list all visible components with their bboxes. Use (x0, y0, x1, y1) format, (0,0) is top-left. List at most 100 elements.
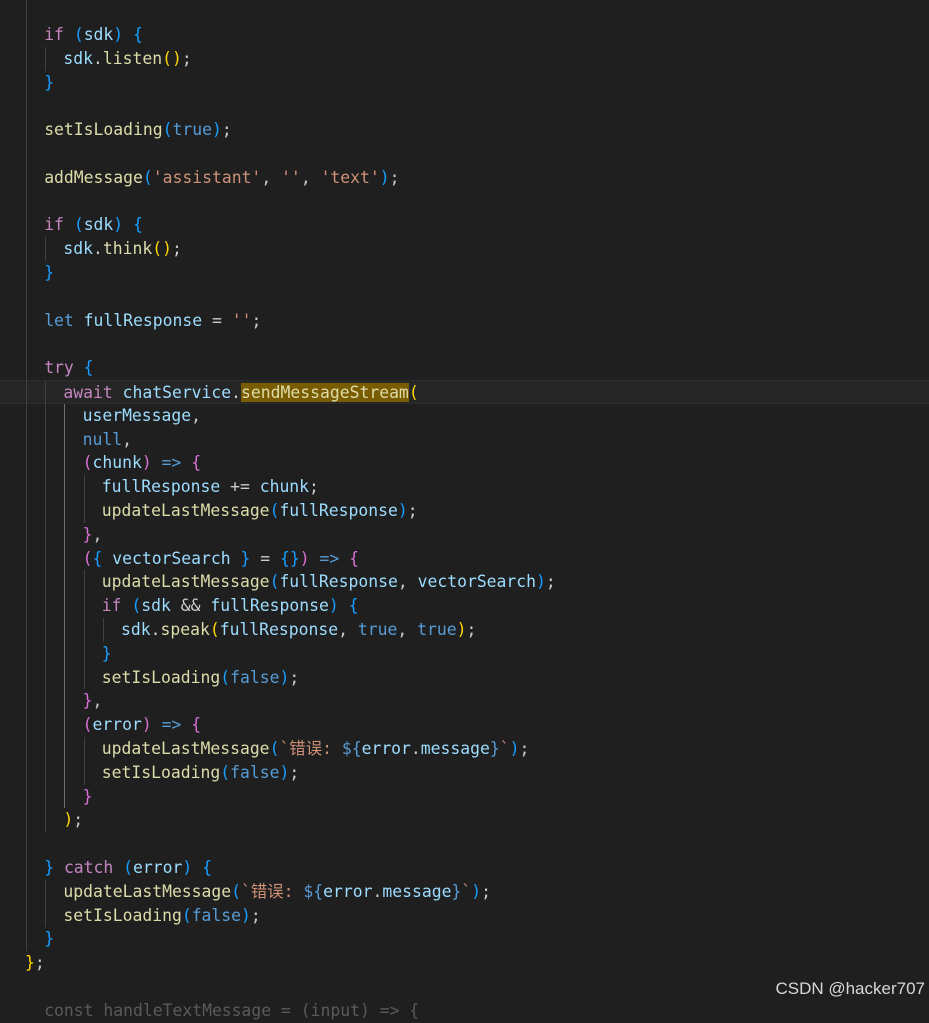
code-token: { (83, 358, 94, 378)
code-line[interactable]: setIsLoading(false); (0, 903, 929, 928)
code-token: if (101, 596, 122, 616)
code-line[interactable]: } (0, 71, 929, 95)
code-line[interactable]: }, (0, 689, 929, 714)
indent-guide (45, 784, 47, 809)
code-token: ) (113, 215, 124, 235)
code-token: false (230, 762, 280, 782)
indent-guide (45, 618, 47, 642)
code-token: 'text' (320, 167, 380, 187)
code-line[interactable]: userMessage, (0, 403, 929, 428)
code-token: ; (289, 667, 300, 687)
code-line[interactable]: if (sdk) { (0, 23, 929, 47)
code-line[interactable]: } (0, 261, 929, 285)
code-line[interactable]: sdk.listen(); (0, 46, 929, 71)
code-text: let fullResponse = ''; (44, 309, 261, 333)
code-token: } (82, 786, 93, 806)
code-token: null (82, 429, 123, 449)
code-line[interactable]: if (sdk && fullResponse) { (0, 594, 929, 618)
code-line[interactable] (0, 332, 929, 356)
code-token: listen (102, 48, 163, 68)
code-line[interactable]: ({ vectorSearch } = {}) => { (0, 546, 929, 571)
code-line[interactable]: } (0, 927, 929, 951)
code-token: ( (82, 548, 93, 568)
code-line[interactable] (0, 190, 929, 214)
indent-guide (45, 475, 47, 499)
code-text: fullResponse += chunk; (102, 475, 319, 499)
code-token: setIsLoading (101, 667, 221, 687)
code-token: error (92, 715, 142, 735)
code-line[interactable]: ); (0, 808, 929, 833)
indent-guide (83, 665, 85, 690)
code-token: => (161, 715, 182, 735)
indent-guide (64, 641, 66, 666)
code-line[interactable]: updateLastMessage(`错误: ${error.message}`… (0, 737, 929, 761)
code-line[interactable]: fullResponse += chunk; (0, 475, 929, 499)
code-line[interactable] (0, 285, 929, 309)
code-text: updateLastMessage(fullResponse); (102, 499, 418, 523)
code-line[interactable]: await chatService.sendMessageStream( (0, 380, 929, 405)
indent-guide (64, 570, 66, 595)
code-line[interactable]: updateLastMessage(fullResponse, vectorSe… (0, 570, 929, 595)
code-token: error (323, 881, 373, 901)
code-text: if (sdk && fullResponse) { (102, 594, 359, 618)
code-token: true (357, 620, 398, 639)
code-line[interactable]: (error) => { (0, 713, 929, 737)
code-text: setIsLoading(false); (102, 761, 299, 785)
code-token: if (44, 215, 64, 235)
code-line[interactable]: }, (0, 522, 929, 547)
code-line[interactable]: }; (0, 951, 929, 975)
indent-guide (64, 689, 66, 714)
code-editor[interactable]: if (sdk) {sdk.listen();} setIsLoading(tru… (0, 0, 929, 1020)
code-line[interactable]: setIsLoading(false); (0, 665, 929, 690)
code-token: ; (481, 881, 491, 901)
code-token: ; (519, 739, 530, 758)
code-line[interactable]: if (sdk) { (0, 213, 929, 237)
code-token: ) (456, 620, 467, 639)
code-token: vectorSearch (112, 548, 231, 568)
code-token: updateLastMessage (101, 739, 270, 758)
code-token: setIsLoading (44, 120, 163, 140)
code-line[interactable]: let fullResponse = ''; (0, 309, 929, 333)
code-line[interactable] (0, 142, 929, 166)
code-line[interactable]: } (0, 641, 929, 666)
code-text: try { (44, 356, 93, 380)
indent-guide (45, 237, 47, 261)
code-line[interactable]: const handleTextMessage = (input) => { (0, 999, 929, 1023)
code-token: ( (209, 620, 220, 639)
code-token: false (191, 905, 242, 925)
code-token: () (162, 48, 182, 68)
code-line[interactable]: (chunk) => { (0, 451, 929, 476)
code-token: error (361, 739, 411, 758)
code-line[interactable]: sdk.think(); (0, 237, 929, 261)
code-token: ( (142, 167, 153, 187)
code-line[interactable]: sdk.speak(fullResponse, true, true); (0, 618, 929, 642)
indent-guide (64, 665, 66, 690)
code-line[interactable]: setIsLoading(true); (0, 118, 929, 142)
code-line[interactable] (0, 94, 929, 118)
code-token: { (348, 596, 359, 616)
code-line[interactable]: } (0, 784, 929, 809)
code-line[interactable]: try { (0, 356, 929, 380)
indent-guide (45, 451, 47, 476)
code-token: false (230, 667, 280, 687)
code-line[interactable]: addMessage('assistant', '', 'text'); (0, 166, 929, 190)
code-token: ( (220, 762, 231, 782)
code-line[interactable]: null, (0, 427, 929, 452)
code-token: , (92, 691, 103, 711)
code-token: . (150, 620, 161, 639)
code-line[interactable] (0, 832, 929, 856)
code-line[interactable]: updateLastMessage(`错误: ${error.message}`… (0, 879, 929, 904)
code-line[interactable]: setIsLoading(false); (0, 760, 929, 785)
code-token: ( (82, 715, 93, 735)
code-line[interactable]: updateLastMessage(fullResponse); (0, 499, 929, 523)
code-line[interactable]: } catch (error) { (0, 856, 929, 880)
